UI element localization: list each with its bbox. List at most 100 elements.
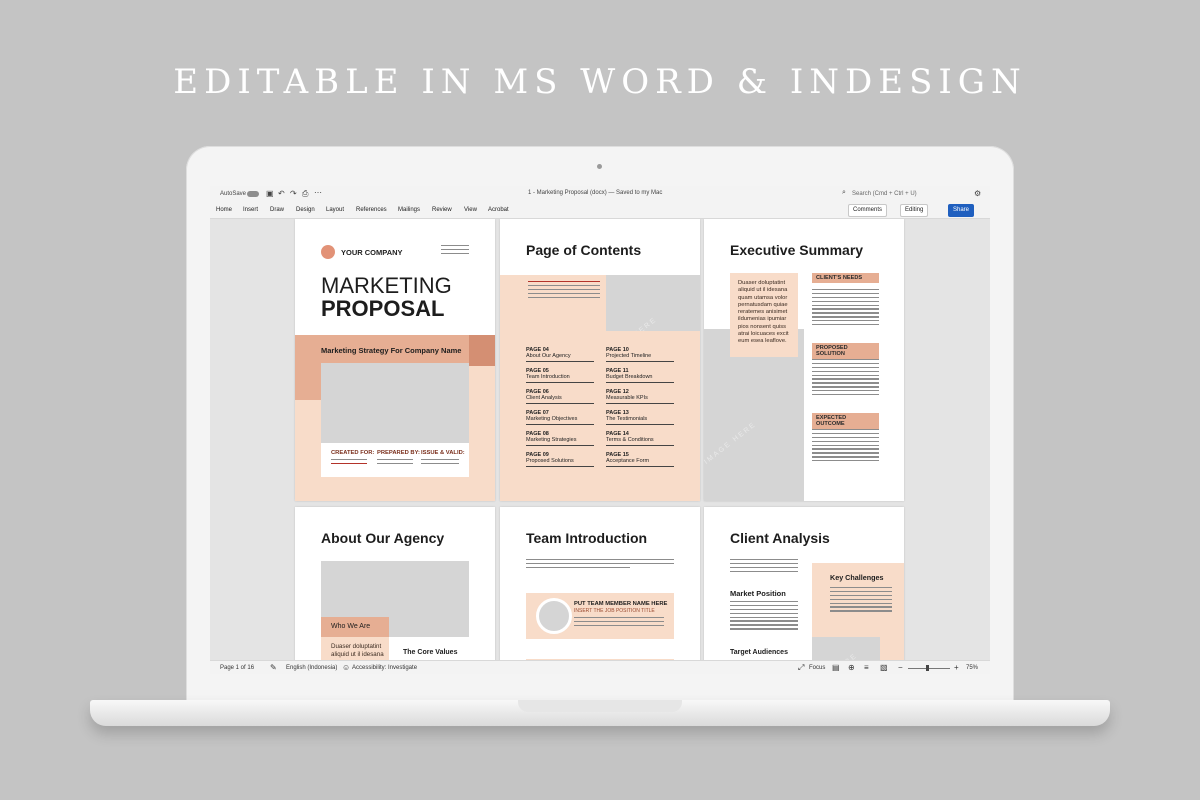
- ribbon-tabs: Home Insert Draw Design Layout Reference…: [210, 202, 990, 219]
- print-layout-icon[interactable]: ▤: [832, 663, 840, 672]
- share-button[interactable]: Share: [948, 204, 975, 217]
- created-for-label: CREATED FOR:: [331, 450, 375, 456]
- contents-page[interactable]: Page of Contents IMAGE HERE PAGE 04About…: [500, 219, 700, 501]
- web-layout-icon[interactable]: ⊕: [848, 663, 855, 672]
- client-analysis-page[interactable]: Client Analysis Market Position Target A…: [704, 507, 904, 660]
- settings-icon[interactable]: ⚙: [974, 189, 981, 198]
- client-image-placeholder[interactable]: IMAGE HERE: [812, 637, 880, 660]
- zoom-out-icon[interactable]: −: [898, 663, 903, 672]
- tab-view[interactable]: View: [464, 207, 477, 213]
- about-agency-page[interactable]: About Our Agency IMAGE HERE Who We Are D…: [295, 507, 495, 660]
- target-audiences-heading: Target Audiences: [730, 649, 788, 656]
- tab-design[interactable]: Design: [296, 207, 315, 213]
- search-icon: ⌕: [842, 189, 846, 196]
- zoom-slider[interactable]: [908, 668, 950, 669]
- redo-icon[interactable]: ↷: [290, 189, 297, 198]
- member-photo-placeholder[interactable]: [536, 598, 572, 634]
- market-position-text: [730, 601, 798, 632]
- title-bar: AutoSave ▣ ↶ ↷ ⎙ ⋯ 1 - Marketing Proposa…: [210, 186, 990, 202]
- tab-home[interactable]: Home: [216, 207, 232, 213]
- team-title: Team Introduction: [526, 530, 648, 546]
- team-introduction-page[interactable]: Team Introduction PUT TEAM MEMBER NAME H…: [500, 507, 700, 660]
- toc-item[interactable]: PAGE 10 Projected Timeline: [606, 347, 674, 362]
- who-we-are-label: Who We Are: [331, 623, 371, 630]
- toc-item[interactable]: PAGE 11 Budget Breakdown: [606, 368, 674, 383]
- contents-title: Page of Contents: [526, 242, 642, 258]
- proposed-solution-text: [812, 359, 879, 398]
- logo-icon: [321, 245, 335, 259]
- tab-references[interactable]: References: [356, 207, 387, 213]
- market-position-heading: Market Position: [730, 589, 786, 598]
- word-window: AutoSave ▣ ↶ ↷ ⎙ ⋯ 1 - Marketing Proposa…: [210, 186, 990, 674]
- page-count[interactable]: Page 1 of 16: [220, 665, 254, 671]
- member-name: PUT TEAM MEMBER NAME HERE: [574, 601, 668, 607]
- expected-outcome-heading: EXPECTED OUTCOME: [812, 413, 879, 429]
- camera-icon: [597, 164, 602, 169]
- tab-insert[interactable]: Insert: [243, 207, 258, 213]
- comments-button[interactable]: Comments: [848, 204, 888, 217]
- toc-item[interactable]: PAGE 12 Measurable KPIs: [606, 389, 674, 404]
- tab-acrobat[interactable]: Acrobat: [488, 207, 509, 213]
- proposed-solution-heading: PROPOSED SOLUTION: [812, 343, 879, 359]
- undo-icon[interactable]: ↶: [278, 189, 285, 198]
- contents-intro-lines: [528, 281, 600, 300]
- cover-salmon-strip: [295, 366, 321, 400]
- core-values-heading: The Core Values: [403, 649, 458, 656]
- focus-icon[interactable]: ⤢: [798, 663, 804, 673]
- issue-valid-label: ISSUE & VALID:: [421, 450, 465, 456]
- headline: EDITABLE IN MS WORD & INDESIGN: [173, 62, 1027, 102]
- toc-item[interactable]: PAGE 06 Client Analysis: [526, 389, 594, 404]
- tab-mailings[interactable]: Mailings: [398, 207, 420, 213]
- member-position: INSERT THE JOB POSITION TITLE: [574, 608, 655, 614]
- contents-image-placeholder[interactable]: IMAGE HERE: [606, 275, 700, 331]
- print-icon[interactable]: ⎙: [302, 189, 308, 199]
- executive-summary-page[interactable]: Executive Summary IMAGE HERE Duaser dolu…: [704, 219, 904, 501]
- search-box[interactable]: Search (Cmd + Ctrl + U): [852, 191, 917, 197]
- created-for-lines: [331, 459, 367, 467]
- accessibility-status[interactable]: Accessibility: Investigate: [352, 665, 417, 671]
- more-icon[interactable]: ⋯: [314, 188, 322, 197]
- status-bar: Page 1 of 16 ✎ English (Indonesia) ☺ Acc…: [210, 660, 990, 674]
- tab-layout[interactable]: Layout: [326, 207, 344, 213]
- client-intro-text: [730, 559, 798, 575]
- editing-button[interactable]: Editing: [900, 204, 929, 217]
- clients-needs-heading: CLIENT'S NEEDS: [812, 273, 879, 283]
- company-name: YOUR COMPANY: [341, 248, 403, 257]
- exec-quote-text: Duaser doluptatint aliquid ut il idesana…: [738, 280, 789, 345]
- toc-item[interactable]: PAGE 15 Acceptance Form: [606, 452, 674, 467]
- cover-subtitle: Marketing Strategy For Company Name: [321, 346, 462, 355]
- team-intro-text: [526, 559, 674, 571]
- who-we-are-text: Duaser doluptatint aliquid ut il idesana: [331, 643, 384, 658]
- about-title: About Our Agency: [321, 530, 445, 546]
- focus-button[interactable]: Focus: [809, 665, 825, 671]
- key-challenges-heading: Key Challenges: [830, 573, 884, 582]
- language-status[interactable]: English (Indonesia): [286, 665, 337, 671]
- toc-item[interactable]: PAGE 04 About Our Agency: [526, 347, 594, 362]
- zoom-level[interactable]: 75%: [966, 665, 978, 671]
- zoom-in-icon[interactable]: +: [954, 663, 959, 672]
- autosave-toggle[interactable]: [247, 191, 259, 197]
- cover-image-placeholder[interactable]: IMAGE HERE: [321, 363, 469, 443]
- tab-draw[interactable]: Draw: [270, 207, 284, 213]
- laptop-notch: [518, 700, 682, 712]
- toc-item[interactable]: PAGE 14 Terms & Conditions: [606, 431, 674, 446]
- cover-page[interactable]: YOUR COMPANY MARKETING PROPOSAL Marketin…: [295, 219, 495, 501]
- client-title: Client Analysis: [730, 530, 830, 546]
- document-title[interactable]: 1 - Marketing Proposal (docx) — Saved to…: [528, 190, 662, 196]
- outline-icon[interactable]: ≡: [864, 663, 869, 672]
- toc-item[interactable]: PAGE 09 Proposed Solutions: [526, 452, 594, 467]
- toc-item[interactable]: PAGE 07 Marketing Objectives: [526, 410, 594, 425]
- expected-outcome-text: [812, 429, 879, 464]
- proofing-icon[interactable]: ✎: [270, 663, 277, 672]
- toc-item[interactable]: PAGE 05 Team Introduction: [526, 368, 594, 383]
- autosave-label: AutoSave: [220, 191, 247, 197]
- draft-icon[interactable]: ▧: [880, 663, 888, 672]
- clients-needs-text: [812, 289, 879, 328]
- accessibility-icon[interactable]: ☺: [342, 663, 350, 672]
- toc-item[interactable]: PAGE 08 Marketing Strategies: [526, 431, 594, 446]
- prepared-by-label: PREPARED BY:: [377, 450, 420, 456]
- toc-item[interactable]: PAGE 13 The Testimonials: [606, 410, 674, 425]
- save-icon[interactable]: ▣: [266, 189, 274, 198]
- tab-review[interactable]: Review: [432, 207, 452, 213]
- zoom-slider-thumb[interactable]: [926, 665, 929, 671]
